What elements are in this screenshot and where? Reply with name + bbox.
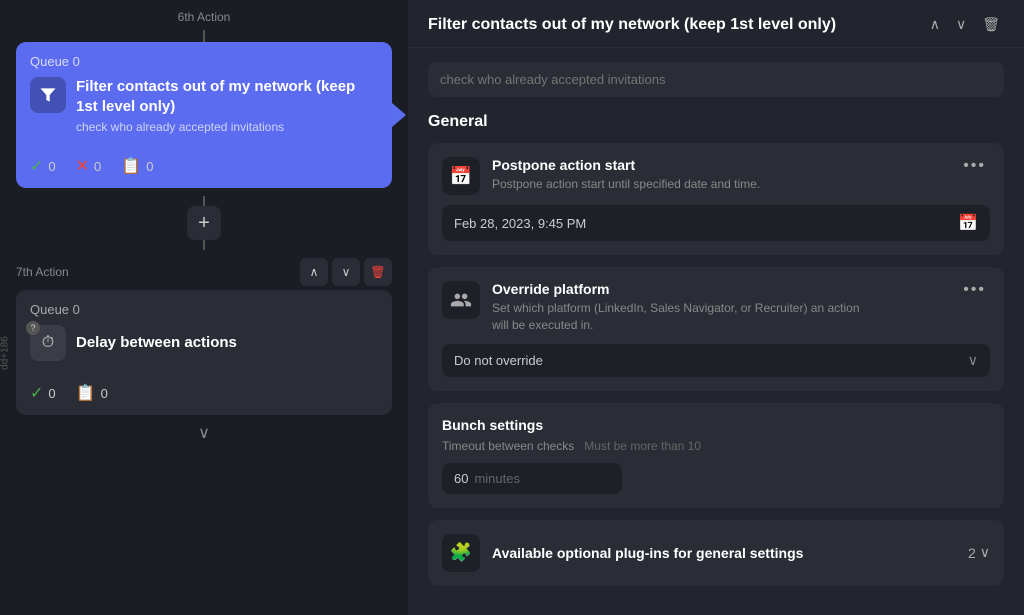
add-action-button[interactable]: + [187,206,221,240]
filter-text: Filter contacts out of my network (keep … [76,77,378,134]
override-chevron-icon: ∨ [968,352,978,369]
check-icon: ✓ [30,156,43,176]
move-down-button[interactable]: ∨ [332,258,360,286]
sixth-action-label: 6th Action [0,0,408,30]
postpone-icon: 📅 [442,157,480,195]
question-badge: ? [26,321,40,335]
move-up-button[interactable]: ∧ [300,258,328,286]
date-input-row[interactable]: Feb 28, 2023, 9:45 PM 📅 [442,205,990,241]
plugins-row[interactable]: 🧩 Available optional plug-ins for genera… [428,520,1004,586]
right-panel: Filter contacts out of my network (keep … [408,0,1024,615]
override-select-value: Do not override [454,353,968,368]
delay-skip-stat: 📋 0 [76,383,108,403]
header-up-button[interactable]: ∧ [926,14,944,35]
notes-input[interactable] [428,62,1004,97]
right-header: Filter contacts out of my network (keep … [408,0,1024,48]
minutes-unit: minutes [474,471,520,486]
postpone-card: 📅 Postpone action start Postpone action … [428,143,1004,255]
add-button-wrap: + [0,188,408,258]
seventh-action-header: 7th Action ∧ ∨ 🗑 [0,258,408,290]
delay-check-icon: ✓ [30,383,43,403]
postpone-text: Postpone action start Postpone action st… [492,157,760,193]
must-be-label: Must be more than 10 [584,439,701,453]
bunch-subtitle: Timeout between checks Must be more than… [442,439,990,453]
override-card-header: Override platform Set which platform (Li… [442,281,990,334]
minutes-value: 60 [454,471,468,486]
action-controls: ∧ ∨ 🗑 [300,258,392,286]
plugins-title: Available optional plug-ins for general … [492,545,956,561]
success-stat: ✓ 0 [30,156,56,176]
plugins-count: 2 ∨ [968,544,990,561]
queue-label-delay: Queue 0 [30,302,378,317]
delay-icon-wrap: ? ⏱ [30,325,66,361]
cross-icon: ✕ [76,156,89,176]
override-card-left: Override platform Set which platform (Li… [442,281,872,334]
override-select-row[interactable]: Do not override ∨ [442,344,990,377]
header-controls: ∧ ∨ 🗑 [926,14,1004,35]
override-desc: Set which platform (LinkedIn, Sales Navi… [492,300,872,334]
active-arrow [392,103,406,127]
plugins-chevron-icon: ∨ [980,544,990,561]
delay-card[interactable]: Queue 0 ? ⏱ Delay between actions ✓ 0 📋 … [16,290,392,415]
skip-stat: 📋 0 [121,156,153,176]
right-title: Filter contacts out of my network (keep … [428,16,926,34]
fail-stat: ✕ 0 [76,156,102,176]
right-content: General 📅 Postpone action start Postpone… [408,48,1024,615]
override-title: Override platform [492,281,872,297]
general-section-title: General [428,113,1004,131]
minutes-input-row[interactable]: 60 minutes [442,463,622,494]
connector-line-top [203,30,205,42]
override-text: Override platform Set which platform (Li… [492,281,872,334]
filter-title: Filter contacts out of my network (keep … [76,77,378,116]
delete-action-button[interactable]: 🗑 [364,258,392,286]
skip-icon: 📋 [121,156,141,176]
header-down-button[interactable]: ∨ [952,14,970,35]
postpone-more-button[interactable]: ••• [959,157,990,175]
override-card: Override platform Set which platform (Li… [428,267,1004,391]
side-label: dd+186 [0,336,10,370]
plugins-icon: 🧩 [442,534,480,572]
delay-skip-icon: 📋 [76,383,96,403]
filter-subtitle: check who already accepted invitations [76,120,378,134]
connector-top-add [203,196,205,206]
override-more-button[interactable]: ••• [959,281,990,299]
bunch-title: Bunch settings [442,417,990,433]
header-delete-button[interactable]: 🗑 [978,14,1004,35]
postpone-card-header: 📅 Postpone action start Postpone action … [442,157,990,195]
delay-success-stat: ✓ 0 [30,383,56,403]
postpone-card-left: 📅 Postpone action start Postpone action … [442,157,760,195]
filter-contacts-card[interactable]: Queue 0 Filter contacts out of my networ… [16,42,392,188]
delay-card-body: ? ⏱ Delay between actions [30,325,378,361]
postpone-title: Postpone action start [492,157,760,173]
postpone-desc: Postpone action start until specified da… [492,176,760,193]
timeout-label: Timeout between checks [442,439,574,453]
queue-label-top: Queue 0 [30,54,378,69]
bottom-arrow: ∨ [0,415,408,451]
left-panel: 6th Action Queue 0 Filter contacts out o… [0,0,408,615]
date-value: Feb 28, 2023, 9:45 PM [454,216,958,231]
card-body-filter: Filter contacts out of my network (keep … [30,77,378,134]
connector-bottom-add [203,240,205,250]
bunch-settings-section: Bunch settings Timeout between checks Mu… [428,403,1004,508]
delay-stats: ✓ 0 📋 0 [30,373,378,403]
delay-title: Delay between actions [76,333,237,353]
override-icon [442,281,480,319]
filter-stats: ✓ 0 ✕ 0 📋 0 [30,146,378,176]
filter-icon [30,77,66,113]
seventh-action-label: 7th Action [16,265,69,279]
calendar-icon: 📅 [958,213,978,233]
